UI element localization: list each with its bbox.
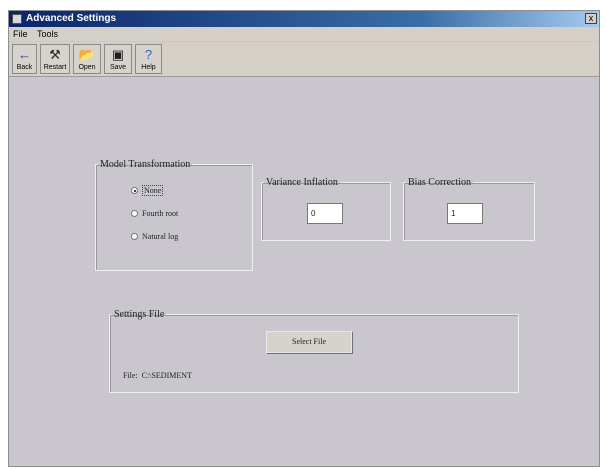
toolbar: ← Back ⚒ Restart 📂 Open ▣ Save ? Help: [9, 42, 599, 77]
file-path-value: C:\SEDIMENT: [141, 371, 192, 380]
help-button-label: Help: [141, 64, 156, 71]
restart-button[interactable]: ⚒ Restart: [40, 44, 70, 74]
radio-fourth-root[interactable]: Fourth root: [131, 209, 178, 218]
floppy-disk-icon: ▣: [111, 47, 125, 62]
back-button[interactable]: ← Back: [12, 44, 37, 74]
radio-fourth-root-label: Fourth root: [142, 209, 179, 218]
restart-button-label: Restart: [43, 64, 67, 71]
back-button-label: Back: [16, 64, 33, 71]
bias-correction-input[interactable]: 1: [447, 203, 483, 224]
menu-bar: File Tools: [9, 27, 599, 41]
save-button-label: Save: [110, 64, 126, 71]
radio-none-label: None: [142, 185, 164, 196]
close-button[interactable]: x: [585, 13, 597, 24]
file-path-line: File: C:\SEDIMENT: [123, 371, 192, 380]
help-icon: ?: [144, 47, 153, 62]
variance-inflation-input[interactable]: 0: [307, 203, 343, 224]
select-file-button[interactable]: Select File: [266, 331, 352, 353]
open-folder-icon: 📂: [78, 47, 96, 62]
file-label: File:: [123, 371, 138, 380]
radio-button[interactable]: [131, 233, 138, 240]
title-bar[interactable]: Advanced Settings x: [9, 11, 599, 27]
back-arrow-icon: ←: [18, 47, 31, 62]
app-icon: [12, 14, 22, 24]
settings-file-legend: Settings File: [114, 309, 165, 320]
menu-tools[interactable]: Tools: [37, 27, 58, 41]
window-title: Advanced Settings: [26, 13, 117, 24]
radio-natural-log-label: Natural log: [142, 232, 179, 241]
help-button[interactable]: ? Help: [135, 44, 162, 74]
tools-icon: ⚒: [49, 47, 61, 62]
open-button-label: Open: [78, 64, 96, 71]
bias-correction-legend: Bias Correction: [408, 177, 472, 188]
radio-button[interactable]: [131, 210, 138, 217]
radio-none[interactable]: None: [131, 185, 164, 196]
advanced-settings-window: Advanced Settings x File Tools ← Back ⚒ …: [8, 10, 600, 467]
menu-file[interactable]: File: [13, 27, 28, 41]
open-button[interactable]: 📂 Open: [73, 44, 101, 74]
model-transformation-legend: Model Transformation: [100, 159, 191, 170]
radio-button[interactable]: [131, 187, 138, 194]
variance-inflation-legend: Variance Inflation: [266, 177, 338, 188]
save-button[interactable]: ▣ Save: [104, 44, 132, 74]
radio-natural-log[interactable]: Natural log: [131, 232, 178, 241]
